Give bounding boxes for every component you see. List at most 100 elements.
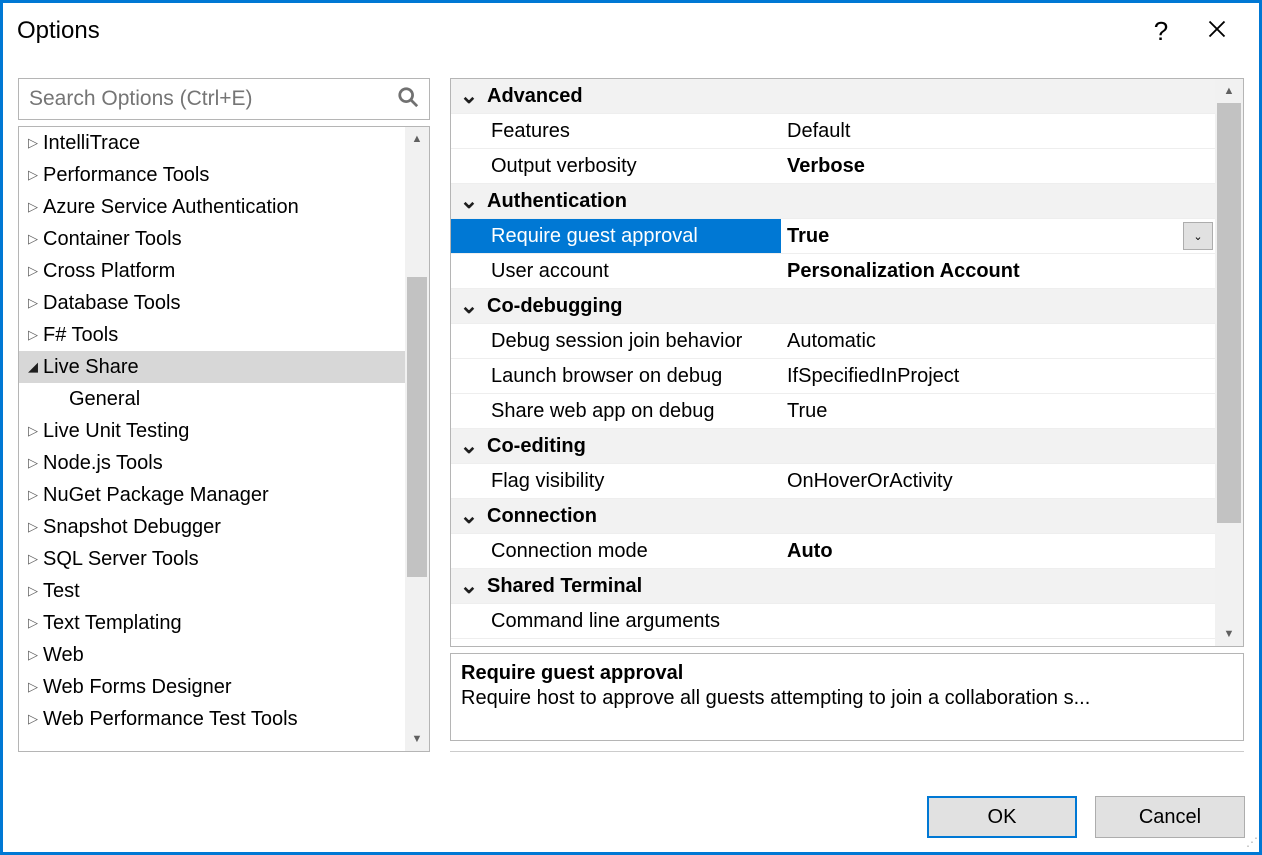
- property-row[interactable]: Share web app on debugTrue: [451, 394, 1215, 429]
- chevron-down-icon[interactable]: ⌄: [451, 579, 487, 593]
- chevron-down-icon[interactable]: ⌄: [451, 439, 487, 453]
- tree-item[interactable]: ▷Container Tools: [19, 223, 405, 255]
- property-row[interactable]: Debug session join behaviorAutomatic: [451, 324, 1215, 359]
- property-value[interactable]: True: [781, 225, 1183, 248]
- tree-item[interactable]: ◢Live Share: [19, 351, 405, 383]
- chevron-right-icon[interactable]: ▷: [25, 647, 41, 663]
- tree-item[interactable]: ▷Web Forms Designer: [19, 671, 405, 703]
- tree-item-label: NuGet Package Manager: [41, 484, 269, 507]
- cancel-button[interactable]: Cancel: [1095, 796, 1245, 838]
- search-icon: [397, 86, 419, 113]
- property-category[interactable]: ⌄Connection: [451, 499, 1215, 534]
- chevron-right-icon[interactable]: ▷: [25, 167, 41, 183]
- search-box[interactable]: [18, 78, 430, 120]
- chevron-right-icon[interactable]: ▷: [25, 583, 41, 599]
- tree-item[interactable]: ▷IntelliTrace: [19, 127, 405, 159]
- property-value[interactable]: Auto: [781, 540, 1215, 563]
- property-name: Features: [451, 120, 781, 143]
- chevron-down-icon[interactable]: ⌄: [451, 89, 487, 103]
- tree-scrollbar[interactable]: ▲ ▼: [405, 127, 429, 751]
- options-tree[interactable]: ▷IntelliTrace▷Performance Tools▷Azure Se…: [18, 126, 430, 752]
- property-row[interactable]: User accountPersonalization Account: [451, 254, 1215, 289]
- tree-item[interactable]: ▷Database Tools: [19, 287, 405, 319]
- tree-item[interactable]: ▷Live Unit Testing: [19, 415, 405, 447]
- property-row[interactable]: FeaturesDefault: [451, 114, 1215, 149]
- chevron-right-icon[interactable]: ▷: [25, 679, 41, 695]
- tree-item[interactable]: ▷Snapshot Debugger: [19, 511, 405, 543]
- chevron-right-icon[interactable]: ▷: [25, 263, 41, 279]
- property-category[interactable]: ⌄Authentication: [451, 184, 1215, 219]
- tree-item[interactable]: ▷Text Templating: [19, 607, 405, 639]
- tree-item[interactable]: ▷Web: [19, 639, 405, 671]
- tree-item-label: Azure Service Authentication: [41, 196, 299, 219]
- propgrid-scrollbar[interactable]: ▲ ▼: [1215, 79, 1243, 646]
- scroll-thumb[interactable]: [1217, 103, 1241, 523]
- property-category[interactable]: ⌄Co-editing: [451, 429, 1215, 464]
- property-category[interactable]: ⌄Co-debugging: [451, 289, 1215, 324]
- chevron-down-icon[interactable]: ⌄: [451, 194, 487, 208]
- tree-item[interactable]: ▷Cross Platform: [19, 255, 405, 287]
- property-row[interactable]: Connection modeAuto: [451, 534, 1215, 569]
- tree-item[interactable]: ▷Azure Service Authentication: [19, 191, 405, 223]
- chevron-right-icon[interactable]: ▷: [25, 295, 41, 311]
- scroll-thumb[interactable]: [407, 277, 427, 577]
- tree-item[interactable]: ▷Web Performance Test Tools: [19, 703, 405, 735]
- chevron-right-icon[interactable]: ▷: [25, 199, 41, 215]
- chevron-right-icon[interactable]: ▷: [25, 423, 41, 439]
- tree-item-label: Node.js Tools: [41, 452, 163, 475]
- help-icon[interactable]: ?: [1133, 16, 1189, 47]
- property-row[interactable]: Command line arguments: [451, 604, 1215, 639]
- category-label: Co-editing: [487, 435, 1215, 458]
- chevron-down-icon[interactable]: ⌄: [451, 299, 487, 313]
- category-label: Connection: [487, 505, 1215, 528]
- resize-grip-icon[interactable]: ⋰: [1246, 835, 1256, 849]
- scroll-up-icon[interactable]: ▲: [405, 127, 429, 151]
- tree-item[interactable]: ▷Node.js Tools: [19, 447, 405, 479]
- property-value[interactable]: Verbose: [781, 155, 1215, 178]
- chevron-right-icon[interactable]: ▷: [25, 615, 41, 631]
- scroll-down-icon[interactable]: ▼: [1215, 622, 1243, 646]
- chevron-right-icon[interactable]: ▷: [25, 551, 41, 567]
- chevron-right-icon[interactable]: ▷: [25, 519, 41, 535]
- property-value[interactable]: Automatic: [781, 330, 1215, 353]
- chevron-right-icon[interactable]: ▷: [25, 231, 41, 247]
- chevron-right-icon[interactable]: ▷: [25, 455, 41, 471]
- tree-item[interactable]: ▷NuGet Package Manager: [19, 479, 405, 511]
- chevron-right-icon[interactable]: ▷: [25, 135, 41, 151]
- window-title: Options: [17, 17, 1133, 45]
- tree-item[interactable]: ▷SQL Server Tools: [19, 543, 405, 575]
- tree-item[interactable]: ▷Performance Tools: [19, 159, 405, 191]
- tree-item-label: Cross Platform: [41, 260, 175, 283]
- tree-item[interactable]: ▷Test: [19, 575, 405, 607]
- scroll-up-icon[interactable]: ▲: [1215, 79, 1243, 103]
- property-row[interactable]: Output verbosityVerbose: [451, 149, 1215, 184]
- chevron-down-icon[interactable]: ◢: [25, 359, 41, 375]
- property-row[interactable]: Require guest approvalTrue⌄: [451, 219, 1215, 254]
- chevron-right-icon[interactable]: ▷: [25, 327, 41, 343]
- property-value[interactable]: Personalization Account: [781, 260, 1215, 283]
- category-label: Shared Terminal: [487, 575, 1215, 598]
- chevron-right-icon[interactable]: ▷: [25, 487, 41, 503]
- close-icon[interactable]: [1189, 19, 1245, 44]
- scroll-down-icon[interactable]: ▼: [405, 727, 429, 751]
- ok-button[interactable]: OK: [927, 796, 1077, 838]
- tree-item[interactable]: ▷F# Tools: [19, 319, 405, 351]
- category-label: Advanced: [487, 85, 1215, 108]
- property-value[interactable]: True: [781, 400, 1215, 423]
- property-value[interactable]: OnHoverOrActivity: [781, 470, 1215, 493]
- property-value[interactable]: Default: [781, 120, 1215, 143]
- property-category[interactable]: ⌄Advanced: [451, 79, 1215, 114]
- search-input[interactable]: [29, 87, 397, 111]
- property-value[interactable]: IfSpecifiedInProject: [781, 365, 1215, 388]
- category-label: Co-debugging: [487, 295, 1215, 318]
- dropdown-icon[interactable]: ⌄: [1183, 222, 1213, 250]
- property-grid[interactable]: ⌄AdvancedFeaturesDefaultOutput verbosity…: [450, 78, 1244, 647]
- tree-item[interactable]: General: [19, 383, 405, 415]
- property-row[interactable]: Launch browser on debugIfSpecifiedInProj…: [451, 359, 1215, 394]
- property-row[interactable]: Flag visibilityOnHoverOrActivity: [451, 464, 1215, 499]
- chevron-right-icon[interactable]: ▷: [25, 711, 41, 727]
- property-name: Require guest approval: [451, 219, 781, 253]
- property-category[interactable]: ⌄Shared Terminal: [451, 569, 1215, 604]
- chevron-down-icon[interactable]: ⌄: [451, 509, 487, 523]
- tree-item-label: Web Performance Test Tools: [41, 708, 298, 731]
